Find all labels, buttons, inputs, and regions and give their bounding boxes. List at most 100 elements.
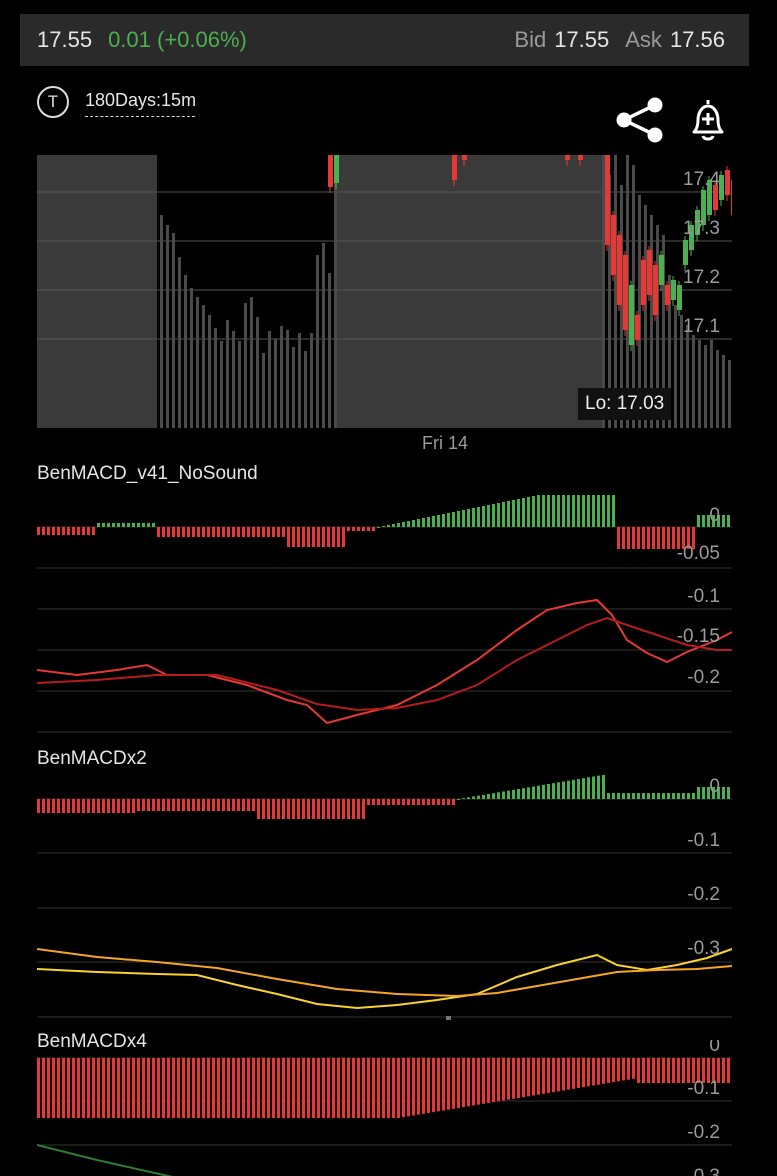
histogram-bar (97, 799, 100, 813)
histogram-bar (647, 1058, 650, 1083)
histogram-bar (362, 527, 365, 531)
histogram-bar (232, 527, 235, 537)
histogram-bar (602, 775, 605, 799)
price-tick: 17.2 (683, 267, 720, 288)
macd-grid (37, 526, 732, 733)
histogram-bar (647, 793, 650, 799)
histogram-bar (472, 796, 475, 799)
histogram-bar (512, 1058, 515, 1099)
histogram-bar (652, 1058, 655, 1083)
volume-bar (316, 255, 319, 428)
histogram-bar (467, 1058, 470, 1107)
ticker-type-button[interactable]: T (37, 86, 69, 118)
axis-tick: -0.2 (687, 884, 720, 905)
histogram-bar (357, 1058, 360, 1118)
macd-histogram (37, 1058, 730, 1118)
histogram-bar (392, 799, 395, 805)
histogram-bar (152, 1058, 155, 1118)
histogram-bar (562, 1058, 565, 1091)
histogram-bar (272, 799, 275, 819)
histogram-bar (647, 527, 650, 549)
histogram-bar (607, 793, 610, 799)
macd-panel-2[interactable]: 0 -0.1 -0.2 -0.3 (37, 772, 732, 1020)
histogram-bar (612, 793, 615, 799)
histogram-bar (262, 527, 265, 537)
histogram-bar (342, 527, 345, 547)
period-selector[interactable]: 180Days:15m (85, 90, 196, 111)
axis-tick: -0.3 (687, 938, 720, 959)
histogram-bar (672, 793, 675, 799)
histogram-bar (687, 793, 690, 799)
histogram-bar (677, 793, 680, 799)
histogram-bar (282, 1058, 285, 1118)
histogram-bar (112, 523, 115, 527)
macd-panel-1[interactable]: 0 -0.05 -0.1 -0.15 -0.2 (37, 490, 732, 735)
histogram-bar (312, 1058, 315, 1118)
histogram-bar (37, 1058, 40, 1118)
histogram-bar (517, 789, 520, 799)
macd-panel-3[interactable]: 0 -0.1 -0.2 -0.3 (37, 1040, 732, 1176)
candle-body (611, 215, 616, 275)
bell-plus-icon[interactable] (686, 96, 730, 144)
volume-bar (202, 305, 205, 428)
ticker-letter: T (47, 92, 59, 111)
histogram-bar (587, 777, 590, 799)
histogram-bar (177, 527, 180, 537)
histogram-bar (87, 1058, 90, 1118)
histogram-bar (62, 799, 65, 813)
histogram-bar (102, 799, 105, 813)
candle-body (578, 155, 583, 160)
axis-tick: -0.1 (687, 830, 720, 851)
histogram-bar (577, 779, 580, 799)
histogram-bar (217, 1058, 220, 1118)
histogram-bar (322, 1058, 325, 1118)
axis-tick: -0.3 (687, 1166, 720, 1176)
histogram-bar (432, 1058, 435, 1113)
histogram-bar (177, 1058, 180, 1118)
histogram-bar (637, 1058, 640, 1083)
histogram-bar (587, 495, 590, 527)
volume-bar (268, 331, 271, 428)
histogram-bar (627, 527, 630, 549)
volume-bar (280, 326, 283, 428)
histogram-bar (477, 507, 480, 527)
histogram-bar (442, 514, 445, 527)
histogram-bar (692, 793, 695, 799)
histogram-bar (102, 523, 105, 527)
histogram-bar (342, 1058, 345, 1118)
share-icon[interactable] (613, 96, 665, 144)
histogram-bar (667, 527, 670, 549)
histogram-bar (422, 1058, 425, 1114)
histogram-bar (642, 1058, 645, 1083)
histogram-bar (677, 1058, 680, 1083)
histogram-bar (112, 1058, 115, 1118)
histogram-bar (127, 799, 130, 813)
axis-tick: -0.05 (677, 543, 720, 564)
histogram-bar (552, 495, 555, 527)
histogram-bar (57, 527, 60, 535)
candle-body (623, 255, 628, 330)
histogram-bar (662, 527, 665, 549)
histogram-bar (172, 527, 175, 537)
histogram-bar (427, 799, 430, 805)
panel-divider-handle[interactable] (446, 1016, 451, 1020)
histogram-bar (42, 799, 45, 813)
candle-body (635, 315, 640, 340)
histogram-bar (472, 1058, 475, 1106)
price-tick: 17.4 (683, 169, 720, 190)
histogram-bar (512, 789, 515, 799)
histogram-bar (612, 495, 615, 527)
histogram-bar (282, 799, 285, 819)
histogram-bar (262, 1058, 265, 1118)
volume-bar (298, 333, 301, 428)
histogram-bar (272, 1058, 275, 1118)
histogram-bar (352, 799, 355, 819)
histogram-bar (497, 1058, 500, 1102)
histogram-bar (297, 799, 300, 819)
candle-body (565, 155, 570, 160)
histogram-bar (657, 793, 660, 799)
histogram-bar (407, 1058, 410, 1117)
histogram-bar (47, 1058, 50, 1118)
histogram-bar (137, 523, 140, 527)
histogram-bar (662, 793, 665, 799)
